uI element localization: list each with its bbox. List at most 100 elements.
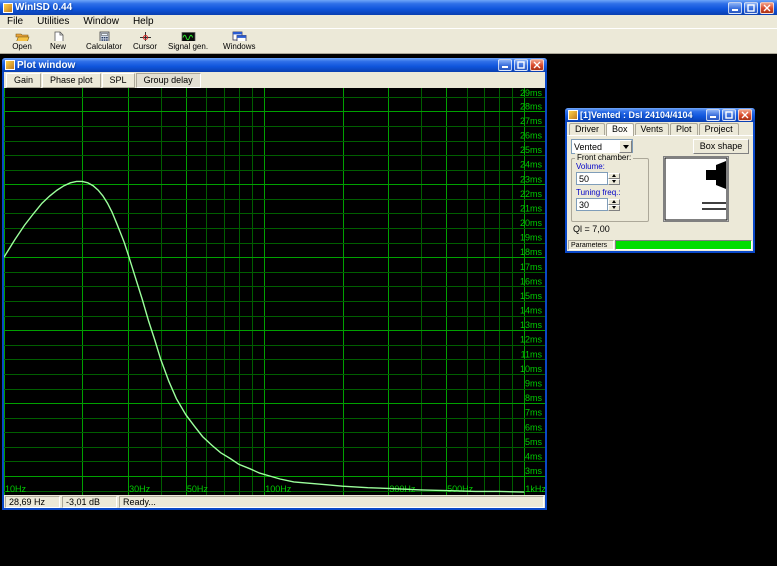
volume-spin-down[interactable] [608,178,620,185]
tab-driver[interactable]: Driver [569,123,605,135]
svg-text:14ms: 14ms [520,306,543,316]
tab-project[interactable]: Project [698,123,739,135]
main-close-button[interactable] [760,1,774,14]
volume-spinner [576,172,648,185]
plot-window-icon [5,60,15,70]
menu-window[interactable]: Window [76,15,126,29]
new-button[interactable]: New [40,30,76,52]
menu-utilities[interactable]: Utilities [30,15,76,29]
signal-gen-label: Signal gen. [168,42,209,51]
svg-text:21ms: 21ms [520,203,543,213]
tuning-freq-label: Tuning freq.: [576,188,621,197]
calculator-icon [99,31,109,41]
svg-text:3ms: 3ms [525,466,543,476]
tuning-freq-field[interactable] [576,198,608,211]
tab-spl[interactable]: SPL [101,73,135,88]
maximize-icon [725,111,733,119]
tab-group-delay[interactable]: Group delay [135,73,201,88]
svg-text:100Hz: 100Hz [265,484,292,494]
combo-dropdown-button[interactable] [619,140,632,153]
parameters-progress-bar [615,240,752,250]
box-maximize-button[interactable] [722,109,736,121]
svg-text:28ms: 28ms [520,101,543,111]
svg-text:8ms: 8ms [525,393,543,403]
calculator-label: Calculator [86,42,123,51]
box-window-icon [568,110,578,120]
menu-help[interactable]: Help [126,15,161,29]
signal-gen-button[interactable]: Signal gen. [163,30,213,52]
open-button[interactable]: Open [4,30,40,52]
chevron-down-icon [612,180,616,183]
svg-text:13ms: 13ms [520,320,543,330]
main-minimize-button[interactable] [728,1,742,14]
chevron-down-icon [612,206,616,209]
volume-label: Volume: [576,162,605,171]
tab-phase-plot[interactable]: Phase plot [42,73,101,88]
svg-text:1kHz: 1kHz [525,484,545,494]
menu-file[interactable]: File [0,15,30,29]
menu-bar: File Utilities Window Help [0,15,777,29]
folder-open-icon [15,33,29,41]
svg-text:10ms: 10ms [520,364,543,374]
svg-text:11ms: 11ms [521,349,543,359]
tuning-spin-down[interactable] [608,204,620,211]
app-icon [3,2,13,13]
box-close-button[interactable] [738,109,752,121]
svg-text:10Hz: 10Hz [5,484,27,494]
svg-text:50Hz: 50Hz [187,484,209,494]
tab-vents[interactable]: Vents [634,123,670,135]
enclosure-type-value: Vented [574,141,603,152]
svg-text:25ms: 25ms [520,145,543,155]
main-window-title: WinISD 0.44 [15,2,73,13]
enclosure-type-select[interactable]: Vented [571,139,633,154]
main-maximize-button[interactable] [744,1,758,14]
close-icon [763,4,771,11]
box-window-titlebar[interactable]: [1]Vented : Dsl 24104/4104 [565,108,755,122]
cursor-icon [139,32,151,41]
svg-text:4ms: 4ms [525,451,543,461]
svg-text:19ms: 19ms [520,233,543,243]
svg-text:500Hz: 500Hz [447,484,474,494]
windows-button[interactable]: Windows [218,30,260,52]
new-file-icon [54,31,63,41]
parameters-progress-fill [616,241,751,249]
maximize-icon [747,3,755,12]
plot-area[interactable]: 29ms 28ms 27ms 26ms 25ms 24ms 23ms 22ms 21ms 20ms… [4,88,545,495]
plot-minimize-button[interactable] [498,59,512,71]
box-tabstrip: Driver Box Vents Plot Project [567,122,753,136]
plot-tabstrip: Gain Phase plot SPL Group delay [4,72,545,88]
plot-window-title: Plot window [17,59,76,71]
status-frequency: 28,69 Hz [5,496,60,508]
maximize-icon [517,61,525,69]
svg-text:16ms: 16ms [520,276,543,286]
box-window-title: [1]Vented : Dsl 24104/4104 [580,110,693,120]
box-shape-button[interactable]: Box shape [693,139,749,154]
speaker-box-icon [664,157,728,221]
volume-field[interactable] [576,172,608,185]
svg-text:23ms: 23ms [520,174,543,184]
svg-text:22ms: 22ms [520,189,543,199]
svg-text:27ms: 27ms [520,116,543,126]
plot-maximize-button[interactable] [514,59,528,71]
tab-box[interactable]: Box [606,123,634,136]
tuning-freq-spinner [576,198,648,211]
svg-text:12ms: 12ms [520,335,543,345]
chevron-up-icon [612,200,616,203]
plot-close-button[interactable] [530,59,544,71]
front-chamber-legend: Front chamber: [575,153,634,162]
box-minimize-button[interactable] [706,109,720,121]
plot-window-titlebar[interactable]: Plot window [2,58,547,72]
cursor-button[interactable]: Cursor [127,30,163,52]
close-icon [741,111,749,119]
svg-text:24ms: 24ms [520,160,543,170]
status-message: Ready... [119,496,544,508]
svg-text:18ms: 18ms [520,247,543,257]
windows-icon [232,31,247,41]
tab-gain[interactable]: Gain [6,73,42,88]
cursor-label: Cursor [133,42,158,51]
status-level: -3,01 dB [62,496,117,508]
calculation-status-row: Parameters [567,239,753,251]
tab-plot[interactable]: Plot [670,123,698,135]
calculator-button[interactable]: Calculator [81,30,127,52]
plot-window: Plot window Gain Phase plot SPL Group de… [2,58,547,510]
